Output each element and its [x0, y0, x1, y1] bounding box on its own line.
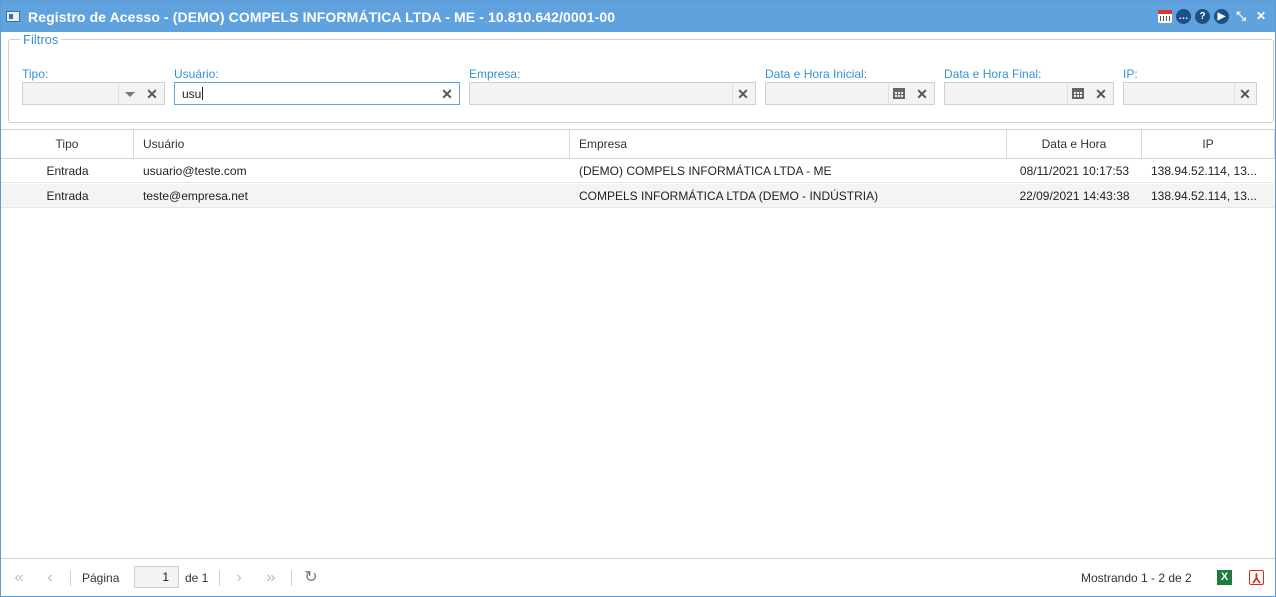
pdf-icon[interactable]: ⅄ [1249, 570, 1264, 586]
title-bar: Registro de Acesso - (DEMO) COMPELS INFO… [1, 1, 1275, 32]
calendar-picker-icon[interactable] [1070, 86, 1086, 102]
clear-tipo-icon[interactable]: ✕ [144, 86, 160, 102]
empresa-input[interactable]: ✕ [469, 82, 756, 105]
chat-icon[interactable]: … [1176, 8, 1191, 24]
chevron-down-icon[interactable] [121, 86, 137, 102]
clear-ip-icon[interactable]: ✕ [1237, 86, 1253, 102]
calendar-icon[interactable] [1158, 9, 1172, 23]
page-count-label: de 1 [185, 571, 209, 585]
column-header-tipo[interactable]: Tipo [1, 130, 134, 158]
grid-header: Tipo Usuário Empresa Data e Hora IP [1, 130, 1275, 159]
cell-tipo: Entrada [46, 164, 89, 178]
clear-data-inicial-icon[interactable]: ✕ [914, 86, 930, 102]
column-header-usuario[interactable]: Usuário [134, 130, 570, 158]
excel-icon[interactable]: X [1217, 570, 1232, 585]
data-final-input[interactable]: ✕ [944, 82, 1114, 105]
filters-panel: Filtros Tipo: ✕ Usuário: usu ✕ Empresa: … [8, 32, 1274, 123]
play-icon[interactable]: ▶ [1214, 8, 1229, 24]
ip-input[interactable]: ✕ [1123, 82, 1257, 105]
access-log-grid: Tipo Usuário Empresa Data e Hora IP Entr… [1, 129, 1275, 557]
filter-data-final-label: Data e Hora Final: [944, 67, 1042, 81]
cell-data: 08/11/2021 10:17:53 [1019, 164, 1130, 178]
filter-ip-label: IP: [1123, 67, 1138, 81]
paging-toolbar: « ‹ Página 1 de 1 › » ↻ Mostrando 1 - 2 … [1, 558, 1275, 596]
cell-ip: 138.94.52.114, 13... [1151, 164, 1257, 178]
next-page-icon[interactable]: › [230, 569, 248, 587]
first-page-icon[interactable]: « [10, 569, 28, 587]
text-caret [202, 87, 204, 100]
cell-empresa: (DEMO) COMPELS INFORMÁTICA LTDA - ME [579, 164, 832, 178]
page-number-input[interactable]: 1 [134, 566, 179, 588]
clear-empresa-icon[interactable]: ✕ [735, 86, 751, 102]
table-row[interactable]: Entrada usuario@teste.com (DEMO) COMPELS… [1, 159, 1275, 183]
filter-usuario-label: Usuário: [174, 67, 219, 81]
filter-data-inicial-label: Data e Hora Inicial: [765, 67, 868, 81]
help-icon[interactable]: ? [1195, 8, 1210, 24]
refresh-icon[interactable]: ↻ [302, 569, 320, 587]
window-app-icon [6, 11, 20, 22]
clear-usuario-icon[interactable]: ✕ [439, 86, 455, 102]
usuario-value: usu [182, 87, 202, 101]
filters-legend: Filtros [20, 32, 62, 47]
access-log-window: Registro de Acesso - (DEMO) COMPELS INFO… [0, 0, 1276, 597]
filter-tipo-label: Tipo: [22, 67, 49, 81]
page-label: Página [82, 571, 120, 585]
previous-page-icon[interactable]: ‹ [41, 569, 59, 587]
usuario-input[interactable]: usu ✕ [174, 82, 460, 105]
cell-tipo: Entrada [46, 189, 89, 203]
close-icon[interactable]: ✕ [1253, 8, 1269, 24]
filter-empresa-label: Empresa: [469, 67, 521, 81]
column-header-ip[interactable]: IP [1142, 130, 1275, 158]
column-header-empresa[interactable]: Empresa [570, 130, 1007, 158]
clear-data-final-icon[interactable]: ✕ [1093, 86, 1109, 102]
table-row[interactable]: Entrada teste@empresa.net COMPELS INFORM… [1, 184, 1275, 208]
last-page-icon[interactable]: » [262, 569, 280, 587]
window-title: Registro de Acesso - (DEMO) COMPELS INFO… [28, 9, 616, 25]
restore-icon[interactable]: ⤡ [1233, 8, 1249, 24]
cell-usuario: teste@empresa.net [143, 189, 248, 203]
cell-usuario: usuario@teste.com [143, 164, 247, 178]
column-header-data[interactable]: Data e Hora [1007, 130, 1142, 158]
cell-ip: 138.94.52.114, 13... [1151, 189, 1257, 203]
paging-summary: Mostrando 1 - 2 de 2 [1081, 571, 1192, 585]
data-inicial-input[interactable]: ✕ [765, 82, 935, 105]
calendar-picker-icon[interactable] [891, 86, 907, 102]
cell-empresa: COMPELS INFORMÁTICA LTDA (DEMO - INDÚSTR… [579, 189, 879, 203]
tipo-combobox[interactable]: ✕ [22, 82, 165, 105]
title-toolbar: … ? ▶ ⤡ ✕ [1158, 8, 1269, 24]
cell-data: 22/09/2021 14:43:38 [1019, 189, 1130, 203]
